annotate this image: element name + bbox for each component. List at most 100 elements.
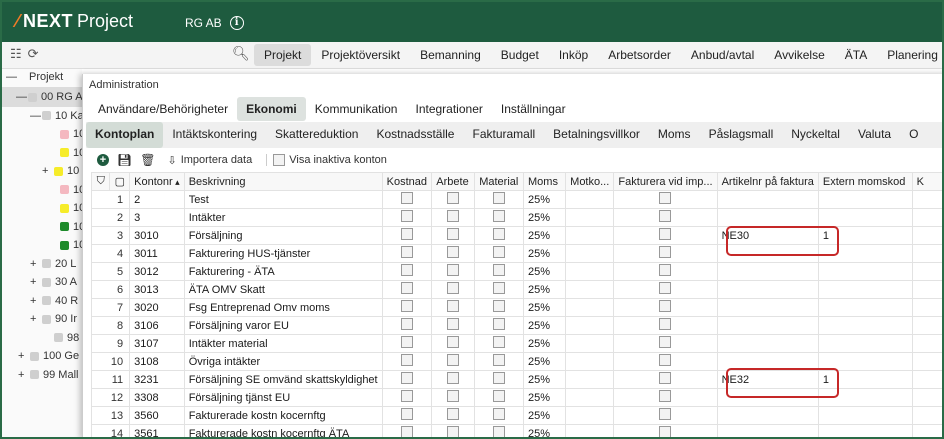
row-checkbox[interactable] bbox=[400, 372, 413, 384]
external-vat-code-cell[interactable] bbox=[817, 316, 913, 335]
row-checkbox[interactable] bbox=[400, 300, 413, 312]
row-checkbox[interactable] bbox=[659, 210, 672, 222]
tree-item[interactable]: 10 bbox=[48, 124, 85, 144]
row-checkbox[interactable] bbox=[493, 408, 506, 420]
tree-root[interactable]: — Projekt bbox=[6, 67, 63, 87]
row-checkbox[interactable] bbox=[447, 390, 460, 402]
external-vat-code-cell[interactable] bbox=[817, 334, 913, 353]
description-cell[interactable]: Fakturering - ÄTA bbox=[183, 262, 383, 281]
admin-subtab[interactable]: O bbox=[900, 122, 927, 148]
show-inactive-checkbox[interactable] bbox=[273, 154, 286, 166]
column-header[interactable]: Artikelnr på faktura bbox=[716, 172, 819, 191]
counter-account-cell[interactable] bbox=[565, 316, 615, 335]
row-checkbox[interactable] bbox=[659, 264, 672, 276]
article-number-cell[interactable] bbox=[716, 262, 819, 281]
row-checkbox[interactable] bbox=[447, 426, 460, 437]
table-row[interactable]: 7 3020 Fsg Entreprenad Omv moms 25% bbox=[90, 298, 942, 317]
tree-item[interactable]: +99 Mall bbox=[18, 365, 78, 385]
vat-cell[interactable]: 25% bbox=[523, 424, 567, 437]
counter-account-cell[interactable] bbox=[565, 226, 615, 245]
row-checkbox[interactable] bbox=[400, 426, 413, 437]
table-row[interactable]: 13 3560 Fakturerade kostn kocernftg 25% bbox=[90, 406, 942, 425]
row-checkbox[interactable] bbox=[493, 282, 506, 294]
column-header[interactable]: Motko... bbox=[565, 172, 615, 191]
description-cell[interactable]: Försäljning bbox=[183, 226, 383, 245]
tree-toggle-icon[interactable]: + bbox=[18, 369, 26, 381]
tree-item[interactable]: +100 Ge bbox=[18, 346, 79, 366]
external-vat-code-cell[interactable] bbox=[817, 406, 913, 425]
description-cell[interactable]: Fsg Entreprenad Omv moms bbox=[183, 298, 383, 317]
column-header[interactable]: Moms bbox=[523, 172, 567, 191]
vat-cell[interactable]: 25% bbox=[523, 370, 567, 389]
tree-toggle-icon[interactable]: + bbox=[30, 258, 38, 270]
nav-tab[interactable]: Planering bbox=[877, 44, 942, 66]
column-header[interactable]: Kostnad bbox=[381, 172, 433, 191]
row-checkbox[interactable] bbox=[400, 336, 413, 348]
row-checkbox[interactable] bbox=[400, 228, 413, 240]
table-row[interactable]: 6 3013 ÄTA OMV Skatt 25% bbox=[90, 280, 942, 299]
nav-tab[interactable]: Inköp bbox=[549, 44, 598, 66]
row-checkbox[interactable] bbox=[447, 318, 460, 330]
row-checkbox[interactable] bbox=[659, 192, 672, 204]
vat-cell[interactable]: 25% bbox=[523, 298, 567, 317]
column-header[interactable]: K bbox=[911, 172, 942, 191]
counter-account-cell[interactable] bbox=[565, 406, 615, 425]
tree-toggle-icon[interactable]: — bbox=[16, 91, 27, 103]
refresh-icon[interactable]: ⟳ bbox=[28, 46, 39, 62]
counter-account-cell[interactable] bbox=[565, 280, 615, 299]
row-checkbox[interactable] bbox=[659, 282, 672, 294]
note-icon[interactable]: ▢ bbox=[109, 172, 131, 191]
company-selector[interactable]: RG AB i bbox=[185, 16, 244, 30]
row-checkbox[interactable] bbox=[447, 246, 460, 258]
show-inactive-toggle[interactable]: Visa inaktiva konton bbox=[266, 154, 387, 166]
row-checkbox[interactable] bbox=[659, 318, 672, 330]
row-checkbox[interactable] bbox=[447, 228, 460, 240]
account-number-cell[interactable]: 3108 bbox=[129, 352, 185, 371]
row-checkbox[interactable] bbox=[493, 228, 506, 240]
admin-subtab[interactable]: Valuta bbox=[849, 122, 900, 148]
article-number-cell[interactable] bbox=[716, 406, 819, 425]
account-number-cell[interactable]: 3011 bbox=[129, 244, 185, 263]
column-header[interactable]: Material bbox=[474, 172, 525, 191]
account-number-cell[interactable]: 3231 bbox=[129, 370, 185, 389]
external-vat-code-cell[interactable] bbox=[817, 298, 913, 317]
admin-tab[interactable]: Kommunikation bbox=[306, 97, 407, 121]
account-number-cell[interactable]: 2 bbox=[129, 190, 185, 209]
description-cell[interactable]: ÄTA OMV Skatt bbox=[183, 280, 383, 299]
description-cell[interactable]: Försäljning SE omvänd skattskyldighet bbox=[183, 370, 383, 389]
account-number-cell[interactable]: 3 bbox=[129, 208, 185, 227]
counter-account-cell[interactable] bbox=[565, 208, 615, 227]
vat-cell[interactable]: 25% bbox=[523, 262, 567, 281]
vat-cell[interactable]: 25% bbox=[523, 316, 567, 335]
admin-subtab[interactable]: Nyckeltal bbox=[782, 122, 849, 148]
admin-subtab[interactable]: Skattereduktion bbox=[266, 122, 367, 148]
admin-subtab[interactable]: Moms bbox=[649, 122, 700, 148]
nav-tab[interactable]: Avvikelse bbox=[764, 44, 834, 66]
row-checkbox[interactable] bbox=[400, 354, 413, 366]
row-checkbox[interactable] bbox=[659, 390, 672, 402]
account-number-cell[interactable]: 3107 bbox=[129, 334, 185, 353]
account-number-cell[interactable]: 3560 bbox=[129, 406, 185, 425]
row-checkbox[interactable] bbox=[659, 408, 672, 420]
vat-cell[interactable]: 25% bbox=[523, 406, 567, 425]
tree-toggle-icon[interactable]: + bbox=[30, 295, 38, 307]
tree-toggle-icon[interactable]: + bbox=[30, 313, 38, 325]
description-cell[interactable]: Intäkter material bbox=[183, 334, 383, 353]
article-number-cell[interactable] bbox=[716, 334, 819, 353]
vat-cell[interactable]: 25% bbox=[523, 226, 567, 245]
article-number-cell[interactable] bbox=[716, 208, 819, 227]
vat-cell[interactable]: 25% bbox=[523, 334, 567, 353]
column-header[interactable]: Extern momskod bbox=[817, 172, 913, 191]
article-number-cell[interactable] bbox=[716, 280, 819, 299]
description-cell[interactable]: Fakturerade kostn kocernftg bbox=[183, 406, 383, 425]
row-checkbox[interactable] bbox=[400, 282, 413, 294]
table-row[interactable]: 2 3 Intäkter 25% bbox=[90, 208, 942, 227]
row-checkbox[interactable] bbox=[659, 300, 672, 312]
row-checkbox[interactable] bbox=[447, 408, 460, 420]
table-row[interactable]: 1 2 Test 25% bbox=[90, 190, 942, 209]
external-vat-code-cell[interactable] bbox=[817, 424, 913, 437]
admin-subtab[interactable]: Betalningsvillkor bbox=[544, 122, 649, 148]
filter-icon[interactable]: ⛉ bbox=[90, 172, 111, 191]
admin-subtab[interactable]: Kontoplan bbox=[86, 122, 164, 148]
column-header[interactable]: Kontonr ▴ bbox=[129, 172, 185, 191]
